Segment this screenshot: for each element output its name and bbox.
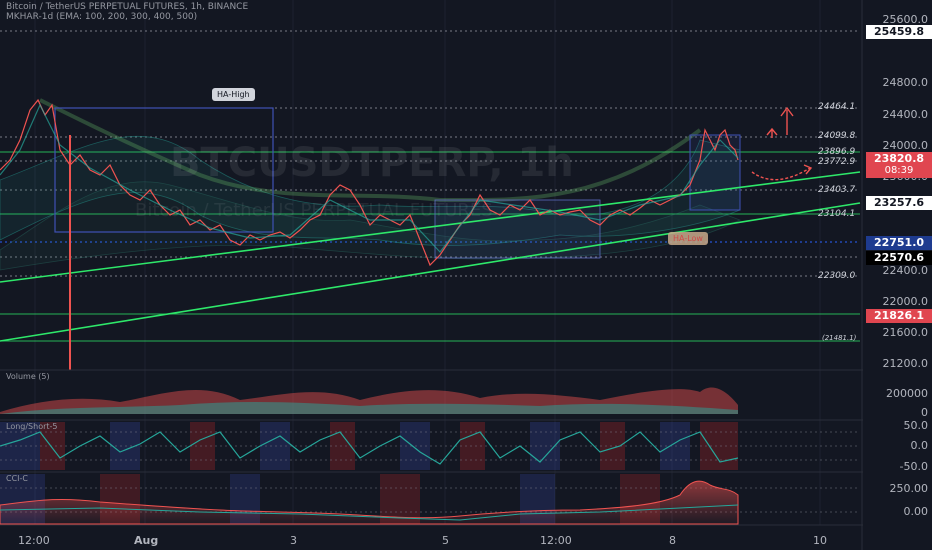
time-tick: Aug (134, 534, 159, 547)
price-tick: 24400.0 (882, 108, 929, 121)
volume-axis-tick: 0 (921, 406, 928, 419)
level-label: 23403.7 (818, 185, 856, 195)
level-label: 23896.9 (818, 147, 856, 157)
volume-bars (0, 387, 738, 414)
price-tick: 21600.0 (882, 326, 929, 339)
time-tick: 12:00 (540, 534, 572, 547)
price-badge-level: 23257.6 (866, 196, 932, 210)
time-tick: 12:00 (18, 534, 50, 547)
level-label: 22309.0 (818, 271, 856, 281)
long-short-panel-title[interactable]: Long/Short-5 (6, 422, 58, 431)
watermark-description: Bitcoin / TetherUS PERPETUAL FUTURES (135, 200, 493, 221)
watermark-symbol: BTCUSDTPERP, 1h (170, 140, 574, 186)
time-tick: 3 (290, 534, 297, 547)
level-label: 23104.1 (818, 209, 856, 219)
time-tick: 8 (669, 534, 676, 547)
level-label: 23772.9 (818, 157, 856, 167)
level-label: 24099.8 (818, 131, 856, 141)
level-label: (21481.1) (822, 334, 857, 342)
price-tick: 24800.0 (882, 76, 929, 89)
projection-arrows (751, 106, 813, 181)
long-short-axis-tick: 0.0 (910, 439, 929, 452)
countdown-badge: 08:39 (866, 164, 932, 178)
volume-panel-title[interactable]: Volume (5) (6, 372, 50, 381)
symbol-title: Bitcoin / TetherUS PERPETUAL FUTURES, 1h… (6, 2, 249, 12)
level-label: 24464.1 (818, 102, 856, 112)
price-badge-black: 22570.6 (866, 251, 932, 265)
long-short-axis-tick: 50.0 (903, 419, 929, 432)
price-tick: 21200.0 (882, 357, 929, 370)
cci-panel-title[interactable]: CCI-C (6, 474, 28, 483)
price-tick: 22400.0 (882, 264, 929, 277)
price-badge-top: 25459.8 (866, 25, 932, 39)
price-badge-red: 21826.1 (866, 309, 932, 323)
time-tick: 10 (813, 534, 827, 547)
volume-axis-tick: 200000 (886, 387, 928, 400)
price-tick: 24000.0 (882, 139, 929, 152)
time-tick: 5 (442, 534, 449, 547)
long-short-axis-tick: -50.0 (899, 460, 928, 473)
indicator-title[interactable]: MKHAR-1d (EMA: 100, 200, 300, 400, 500) (6, 12, 197, 22)
cci-axis-tick: 250.00 (889, 482, 929, 495)
ha-low-callout[interactable]: HA-Low (668, 232, 708, 245)
ha-high-callout[interactable]: HA-High (212, 88, 255, 101)
cci-axis-tick: 0.00 (903, 505, 929, 518)
price-tick: 22000.0 (882, 295, 929, 308)
price-badge-blue: 22751.0 (866, 236, 932, 250)
chart-canvas[interactable] (0, 0, 932, 550)
